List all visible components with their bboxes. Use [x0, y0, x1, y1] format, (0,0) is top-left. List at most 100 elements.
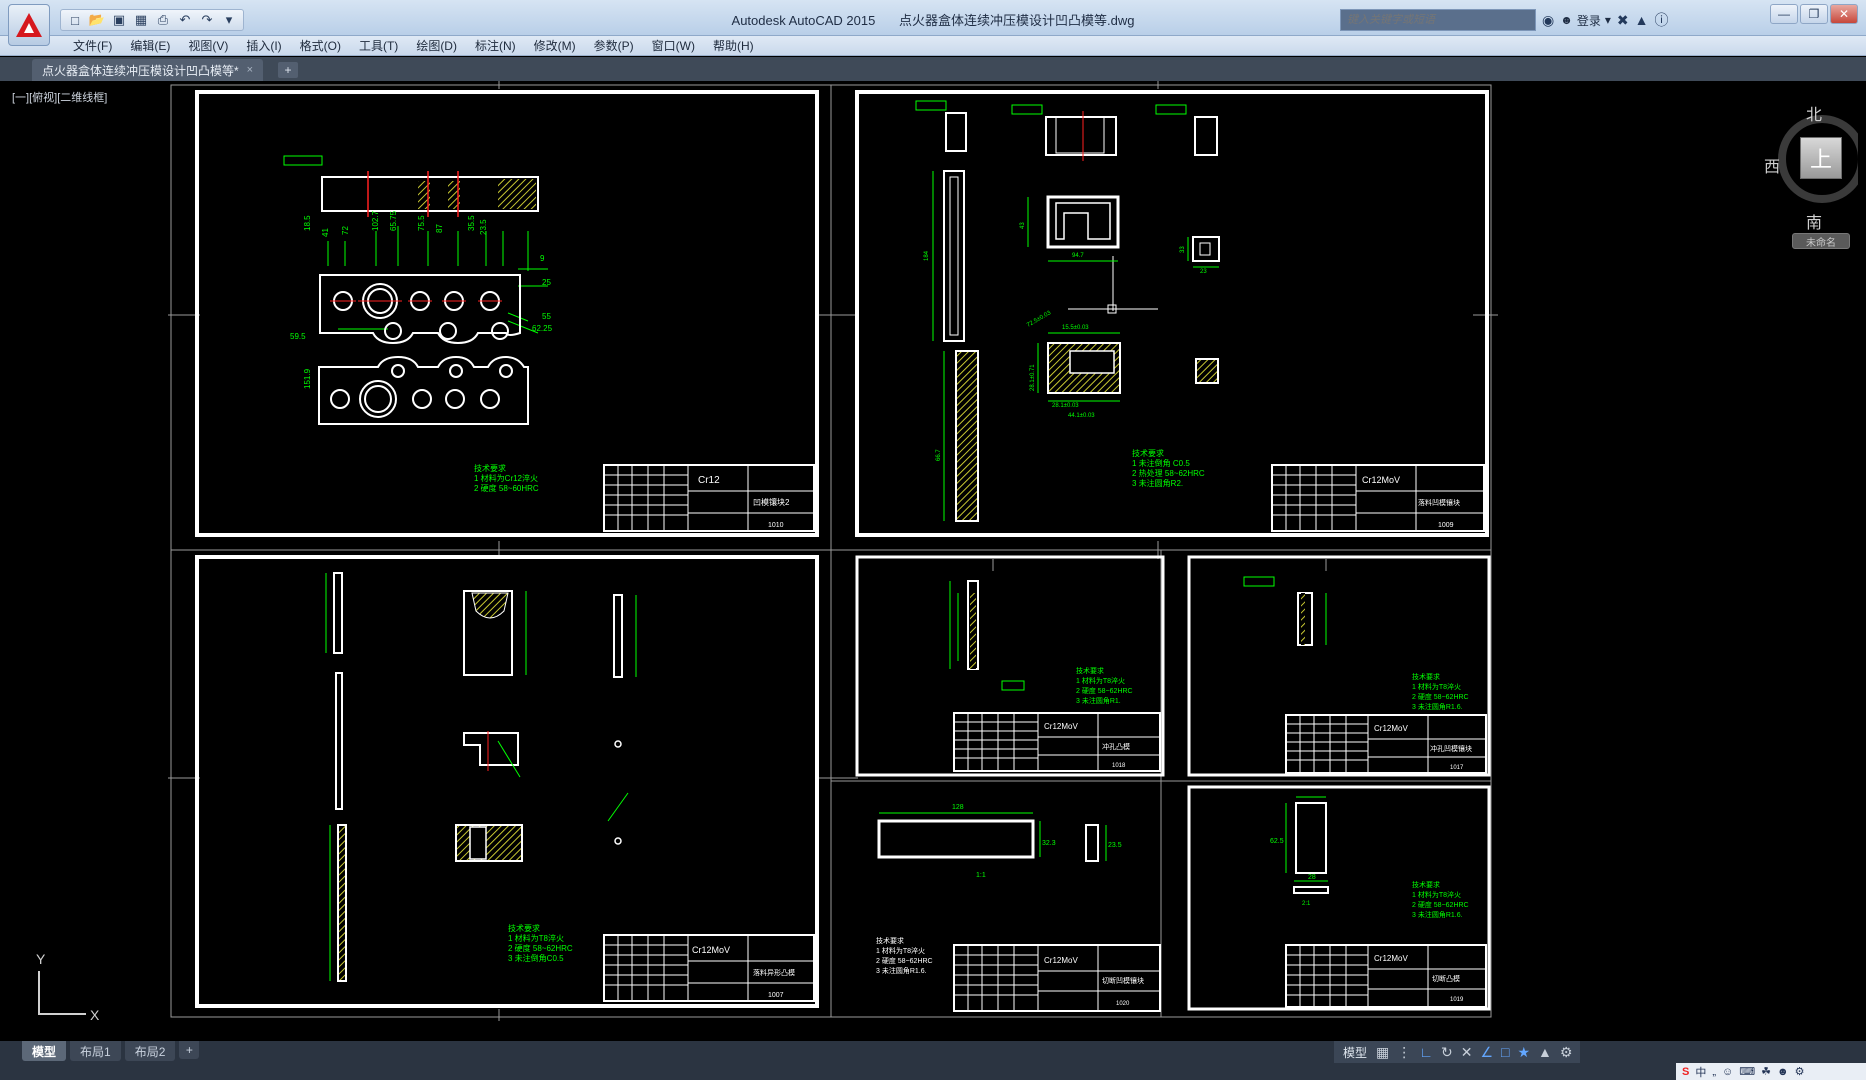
ime-keyboard-icon[interactable]: ⌨ — [1739, 1065, 1755, 1078]
help-icon[interactable]: ⓘ — [1655, 10, 1669, 30]
ime-tools-icon[interactable]: ⚙ — [1795, 1065, 1805, 1078]
dimension-label: 33 — [1180, 246, 1186, 253]
menu-draw[interactable]: 绘图(D) — [407, 38, 466, 54]
file-tab-bar: 点火器盒体连续冲压模设计凹凸模等* × + — [0, 57, 1866, 81]
polar-icon[interactable]: ↻ — [1439, 1044, 1455, 1061]
print-icon[interactable]: ⎙ — [153, 11, 173, 29]
exchange-icon[interactable]: ✖ — [1617, 12, 1629, 29]
model-space-toggle[interactable]: 模型 — [1340, 1044, 1370, 1061]
annotation-visibility-icon[interactable]: ★ — [1515, 1044, 1532, 1061]
ucs-x-label: X — [90, 1007, 100, 1023]
sheet7-note-2: 2 硬度 58~62HRC — [1412, 900, 1469, 909]
minimize-button[interactable]: — — [1770, 4, 1798, 24]
annotation-scale-icon[interactable]: ▲ — [1536, 1044, 1554, 1060]
sheet7-scale: 2:1 — [1302, 901, 1311, 907]
save-icon[interactable]: ▣ — [109, 11, 129, 29]
close-tab-icon[interactable]: × — [247, 64, 253, 76]
dimension-label: 18.5 — [303, 215, 312, 231]
file-tab-label: 点火器盒体连续冲压模设计凹凸模等* — [42, 63, 239, 78]
sheet-3: 技术要求 1 材料为T8淬火 2 硬度 58~62HRC 3 未注倒角C0.5 … — [195, 555, 819, 1008]
save-as-icon[interactable]: ▦ — [131, 11, 151, 29]
close-button[interactable]: ✕ — [1830, 4, 1858, 24]
user-icon: ☻ — [1560, 13, 1573, 27]
tab-model[interactable]: 模型 — [22, 1041, 67, 1061]
sheet6-note-2: 2 硬度 58~62HRC — [876, 956, 933, 965]
ime-user-icon[interactable]: ☻ — [1777, 1066, 1789, 1078]
wcs-menu[interactable]: 未命名 — [1792, 233, 1850, 249]
menu-view[interactable]: 视图(V) — [179, 38, 237, 54]
sheet5-name: 冲孔凹模镶块 — [1430, 744, 1472, 753]
title-bar: □ 📂 ▣ ▦ ⎙ ↶ ↷ ▾ Autodesk AutoCAD 2015 点火… — [0, 0, 1866, 46]
open-file-icon[interactable]: 📂 — [87, 11, 107, 29]
restore-button[interactable]: ❐ — [1800, 4, 1828, 24]
login-button[interactable]: ☻ 登录 ▾ — [1560, 12, 1611, 29]
sheet-5: 技术要求 1 材料为T8淬火 2 硬度 58~62HRC 3 未注圆角R1.6.… — [1187, 555, 1491, 777]
dimension-label: 72.5±0.03 — [1026, 310, 1053, 329]
ortho-icon[interactable]: ∟ — [1417, 1044, 1435, 1060]
sheet2-title-block: Cr12MoV 落料凹模镶块 1009 — [1271, 464, 1485, 532]
sheet1-note-0: 技术要求 — [474, 463, 506, 473]
search-input[interactable] — [1340, 9, 1536, 31]
sheet3-note-0: 技术要求 — [508, 923, 540, 933]
menu-format[interactable]: 格式(O) — [291, 38, 350, 54]
viewcube[interactable]: 北 西 南 上 未命名 — [1764, 101, 1858, 261]
menu-modify[interactable]: 修改(M) — [525, 38, 585, 54]
sheet2-note-2: 2 热处理 58~62HRC — [1132, 468, 1205, 478]
workspace-icon[interactable]: ⚙ — [1558, 1044, 1575, 1061]
ime-skin-icon[interactable]: ☘ — [1761, 1065, 1771, 1078]
object-snap-tracking-icon[interactable]: ∠ — [1478, 1044, 1495, 1061]
file-tab[interactable]: 点火器盒体连续冲压模设计凹凸模等* × — [32, 59, 264, 81]
sheet3-note-1: 1 材料为T8淬火 — [508, 933, 564, 943]
menu-tools[interactable]: 工具(T) — [350, 38, 407, 54]
application-menu-button[interactable] — [8, 4, 50, 46]
new-file-icon[interactable]: □ — [65, 11, 85, 29]
menu-window[interactable]: 窗口(W) — [643, 38, 704, 54]
sheet5-material: Cr12MoV — [1374, 724, 1408, 733]
ime-logo-icon[interactable]: S — [1682, 1066, 1689, 1078]
sheet3-name: 落料异形凸模 — [753, 968, 795, 977]
ime-emoji-icon[interactable]: ☺ — [1722, 1066, 1733, 1078]
sheet5-code: 1017 — [1450, 765, 1464, 771]
tab-layout1[interactable]: 布局1 — [70, 1041, 121, 1061]
object-snap-icon[interactable]: □ — [1499, 1044, 1511, 1060]
qat-dropdown-icon[interactable]: ▾ — [219, 11, 239, 29]
sheet-7: 62.5 28 2:1 技术要求 1 材料为T8淬火 2 硬度 58~62HRC… — [1187, 785, 1491, 1011]
menu-file[interactable]: 文件(F) — [64, 38, 121, 54]
dimension-label: 41 — [321, 228, 330, 237]
sheet1-name: 凹模镶块2 — [753, 497, 790, 507]
drawing-canvas[interactable]: [一][俯视][二维线框] 技术要求 1 材料为Cr12淬火 2 硬度 58~6… — [8, 81, 1858, 1041]
viewcube-top-face[interactable]: 上 — [1800, 137, 1842, 179]
tab-layout2[interactable]: 布局2 — [124, 1041, 176, 1061]
dimension-label: 28.1±0.03 — [1052, 403, 1079, 409]
ucs-y-label: Y — [36, 951, 46, 967]
menu-insert[interactable]: 插入(I) — [237, 38, 290, 54]
snap-icon[interactable]: ⋮ — [1395, 1044, 1413, 1061]
menu-parametric[interactable]: 参数(P) — [585, 38, 643, 54]
ime-chinese-mode[interactable]: 中 — [1695, 1064, 1706, 1080]
dimension-label: 184 — [924, 250, 930, 261]
sheet6-note-1: 1 材料为T8淬火 — [876, 946, 925, 955]
redo-icon[interactable]: ↷ — [197, 11, 217, 29]
add-layout-button[interactable]: + — [179, 1041, 200, 1059]
sheet6-material: Cr12MoV — [1044, 956, 1078, 965]
grid-icon[interactable]: ▦ — [1374, 1044, 1391, 1061]
menu-dimension[interactable]: 标注(N) — [466, 38, 525, 54]
sheet2-code: 1009 — [1438, 522, 1454, 529]
new-tab-button[interactable]: + — [278, 62, 298, 78]
sheet3-note-2: 2 硬度 58~62HRC — [508, 943, 573, 953]
menu-bar: 文件(F) 编辑(E) 视图(V) 插入(I) 格式(O) 工具(T) 绘图(D… — [0, 36, 1866, 56]
isodraft-icon[interactable]: ✕ — [1459, 1044, 1475, 1061]
undo-icon[interactable]: ↶ — [175, 11, 195, 29]
compass-north[interactable]: 北 — [1806, 101, 1822, 125]
sheet7-code: 1019 — [1450, 997, 1464, 1003]
sheet-6: 128 32.3 23.5 1:1 技术要求 1 材料为T8淬火 2 硬度 58… — [876, 804, 1161, 1012]
sheet5-note-3: 3 未注圆角R1.6. — [1412, 702, 1463, 711]
menu-help[interactable]: 帮助(H) — [704, 38, 763, 54]
compass-south[interactable]: 南 — [1806, 209, 1822, 233]
binoculars-icon[interactable]: ◉ — [1542, 12, 1554, 29]
compass-west[interactable]: 西 — [1764, 153, 1780, 177]
autodesk-360-icon[interactable]: ▲ — [1635, 12, 1649, 28]
dimension-label: 9 — [540, 254, 545, 263]
menu-edit[interactable]: 编辑(E) — [121, 38, 179, 54]
ime-punctuation-icon[interactable]: „ — [1712, 1066, 1716, 1078]
